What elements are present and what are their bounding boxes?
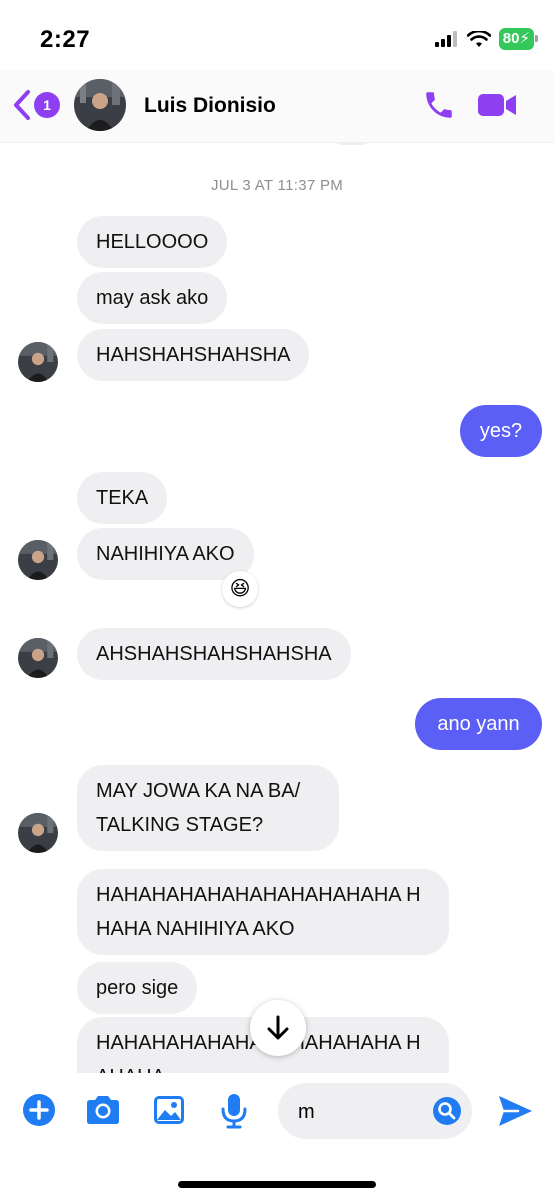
camera-button[interactable] <box>84 1093 122 1132</box>
message-composer <box>0 1073 554 1200</box>
contact-avatar[interactable] <box>74 79 126 131</box>
incoming-message[interactable]: TEKA <box>77 472 168 524</box>
incoming-message[interactable]: HAHAHAHAHAHAHAHAHAHAHA HHAHA NAHIHIYA AK… <box>77 869 449 955</box>
message-input[interactable] <box>296 1083 430 1141</box>
status-time: 2:27 <box>40 26 91 53</box>
audio-call-button[interactable] <box>422 88 456 127</box>
charging-bolt-icon: ⚡ <box>519 30 530 47</box>
partial-bubble <box>332 143 372 145</box>
incoming-message[interactable]: MAY JOWA KA NA BA/ TALKING STAGE? <box>77 765 339 851</box>
gallery-button[interactable] <box>152 1093 186 1132</box>
contact-avatar-small[interactable] <box>18 813 58 853</box>
message-thread[interactable]: JUL 3 AT 11:37 PM HELLOOOO may ask ako H… <box>0 143 554 1073</box>
incoming-message[interactable]: HELLOOOO <box>77 216 228 268</box>
wifi-icon <box>466 30 491 47</box>
send-button[interactable] <box>496 1093 534 1134</box>
video-call-button[interactable] <box>476 90 518 125</box>
phone-icon <box>426 92 452 118</box>
cellular-signal-icon <box>434 31 457 47</box>
contact-avatar-small[interactable] <box>18 638 58 678</box>
incoming-message[interactable]: NAHIHIYA AKO <box>77 528 254 580</box>
incoming-message[interactable]: AHSHAHSHAHSHAHSHA <box>77 628 351 680</box>
incoming-message[interactable]: HAHSHAHSHAHSHA <box>77 329 310 381</box>
status-bar: 2:27 80⚡ <box>0 0 554 70</box>
message-timestamp: JUL 3 AT 11:37 PM <box>210 177 344 194</box>
incoming-message[interactable]: pero sige <box>77 962 198 1014</box>
contact-avatar-small[interactable] <box>18 540 58 580</box>
message-reaction[interactable]: 😆 <box>222 571 258 607</box>
more-actions-button[interactable] <box>22 1093 56 1132</box>
message-input-field[interactable] <box>278 1083 472 1141</box>
outgoing-message[interactable]: yes? <box>460 405 542 457</box>
unread-count-badge: 1 <box>34 92 60 118</box>
incoming-message[interactable]: may ask ako <box>77 272 228 324</box>
microphone-icon <box>221 1094 247 1129</box>
contact-avatar-small[interactable] <box>18 342 58 382</box>
battery-indicator: 80⚡ <box>498 28 539 50</box>
outgoing-message[interactable]: ano yann <box>415 698 542 750</box>
search-icon[interactable] <box>432 1096 462 1126</box>
video-camera-icon <box>478 94 516 116</box>
image-icon <box>154 1096 184 1124</box>
status-icons: 80⚡ <box>434 28 539 50</box>
arrow-down-icon <box>267 1015 289 1040</box>
home-indicator <box>178 1181 376 1188</box>
scroll-to-bottom-button[interactable] <box>250 1000 306 1056</box>
contact-name[interactable]: Luis Dionisio <box>144 94 276 118</box>
battery-level: 80 <box>502 30 520 47</box>
chevron-left-icon <box>14 90 30 120</box>
send-arrow-icon <box>499 1096 532 1126</box>
plus-circle-icon <box>23 1094 55 1126</box>
voice-message-button[interactable] <box>220 1093 248 1134</box>
camera-icon <box>87 1096 119 1124</box>
conversation-header: 1 Luis Dionisio <box>0 70 554 143</box>
back-button[interactable]: 1 <box>10 88 60 122</box>
